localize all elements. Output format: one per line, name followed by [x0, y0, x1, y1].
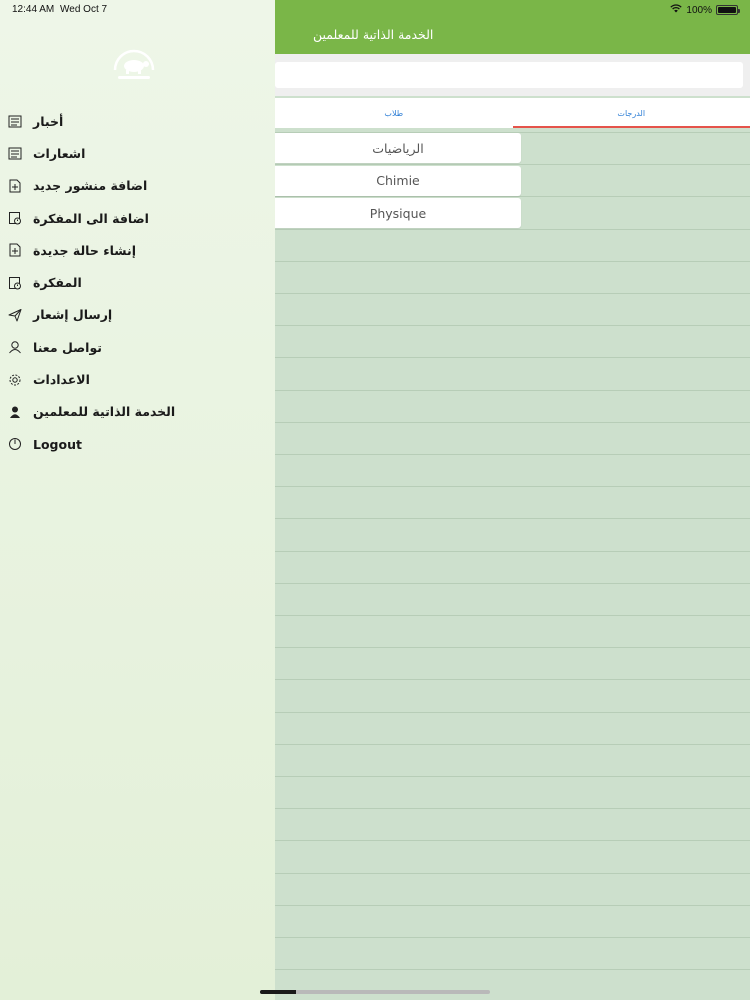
teacher-icon [8, 405, 22, 419]
tab-bar: طلاب الدرجات [275, 98, 750, 128]
row-separator [275, 711, 750, 713]
row-separator [275, 421, 750, 423]
main-content: الخدمة الذاتية للمعلمين طلاب الدرجات الر… [275, 0, 750, 1000]
row-separator [275, 325, 750, 327]
notifications-icon [8, 146, 22, 160]
sidebar-item-notifications[interactable]: اشعارات [0, 137, 275, 169]
row-separator [275, 969, 750, 971]
sidebar-menu: أخبار اشعارات اضافة منشور جديد اضافة الى… [0, 105, 275, 460]
power-icon [8, 437, 22, 451]
sidebar-item-label: Logout [33, 436, 82, 452]
subject-button-math[interactable]: الرياضيات [275, 133, 521, 163]
sidebar: أخبار اشعارات اضافة منشور جديد اضافة الى… [0, 0, 275, 1000]
status-date: Wed Oct 7 [60, 4, 108, 15]
sidebar-item-new-status[interactable]: إنشاء حالة جديدة [0, 234, 275, 266]
add-post-icon [8, 179, 22, 193]
sidebar-item-settings[interactable]: الاعدادات [0, 363, 275, 395]
sidebar-item-label: تواصل معنا [33, 339, 102, 355]
sidebar-item-send-notification[interactable]: إرسال إشعار [0, 299, 275, 331]
sidebar-item-notebook[interactable]: المفكرة [0, 266, 275, 298]
row-separator [275, 647, 750, 649]
sidebar-item-add-to-notebook[interactable]: اضافة الى المفكرة [0, 202, 275, 234]
row-separator [275, 808, 750, 810]
row-separator [275, 615, 750, 616]
status-time: 12:44 AM [12, 4, 55, 15]
sidebar-item-contact[interactable]: تواصل معنا [0, 331, 275, 363]
status-right: 100% [670, 4, 740, 16]
row-separator [275, 454, 750, 455]
home-indicator[interactable] [260, 990, 490, 994]
row-separator [275, 518, 750, 520]
row-separator [275, 293, 750, 294]
sidebar-item-label: اشعارات [33, 145, 86, 161]
sidebar-item-label: أخبار [33, 113, 64, 129]
status-bar: 12:44 AM Wed Oct 7 100% [0, 0, 750, 20]
sidebar-item-label: إرسال إشعار [33, 307, 113, 323]
row-separator [275, 937, 750, 938]
page-title: الخدمة الذاتية للمعلمين [313, 27, 434, 42]
home-indicator-handle [260, 990, 296, 994]
settings-icon [8, 373, 22, 387]
add-to-notebook-icon [8, 211, 22, 225]
row-separator [275, 582, 750, 584]
row-separator [275, 840, 750, 842]
row-separator [275, 776, 750, 777]
row-separator [275, 486, 750, 488]
sidebar-item-label: إنشاء حالة جديدة [33, 242, 136, 258]
row-separator [275, 679, 750, 681]
row-separator [275, 743, 750, 745]
sidebar-item-label: المفكرة [33, 275, 82, 291]
subject-button-physique[interactable]: Physique [275, 198, 521, 228]
new-status-icon [8, 243, 22, 257]
sidebar-item-logout[interactable]: Logout [0, 428, 275, 460]
sidebar-item-news[interactable]: أخبار [0, 105, 275, 137]
wifi-icon [670, 4, 683, 16]
contact-icon [8, 340, 22, 354]
search-input[interactable] [275, 62, 743, 88]
send-icon [8, 308, 22, 322]
sidebar-item-label: الاعدادات [33, 372, 90, 388]
subject-list: الرياضيات Chimie Physique [275, 133, 521, 231]
tab-grades[interactable]: الدرجات [512, 98, 750, 128]
sidebar-item-add-post[interactable]: اضافة منشور جديد [0, 170, 275, 202]
row-separator [275, 260, 750, 262]
battery-percent: 100% [686, 4, 712, 16]
sidebar-item-label: اضافة الى المفكرة [33, 210, 149, 226]
tab-students[interactable]: طلاب [275, 98, 513, 128]
row-separator [275, 389, 750, 391]
sidebar-item-label: الخدمة الذاتية للمعلمين [33, 404, 176, 420]
search-bar [275, 54, 750, 96]
row-separator [275, 357, 750, 359]
news-icon [8, 114, 22, 128]
turtle-logo-icon [112, 42, 156, 82]
battery-fill [718, 7, 736, 13]
notebook-icon [8, 276, 22, 290]
sidebar-item-teacher-self-service[interactable]: الخدمة الذاتية للمعلمين [0, 396, 275, 428]
battery-icon [716, 5, 740, 15]
row-separator [275, 904, 750, 906]
row-separator [275, 550, 750, 552]
row-separator [275, 872, 750, 874]
subject-button-chimie[interactable]: Chimie [275, 165, 521, 196]
sidebar-item-label: اضافة منشور جديد [33, 178, 148, 194]
